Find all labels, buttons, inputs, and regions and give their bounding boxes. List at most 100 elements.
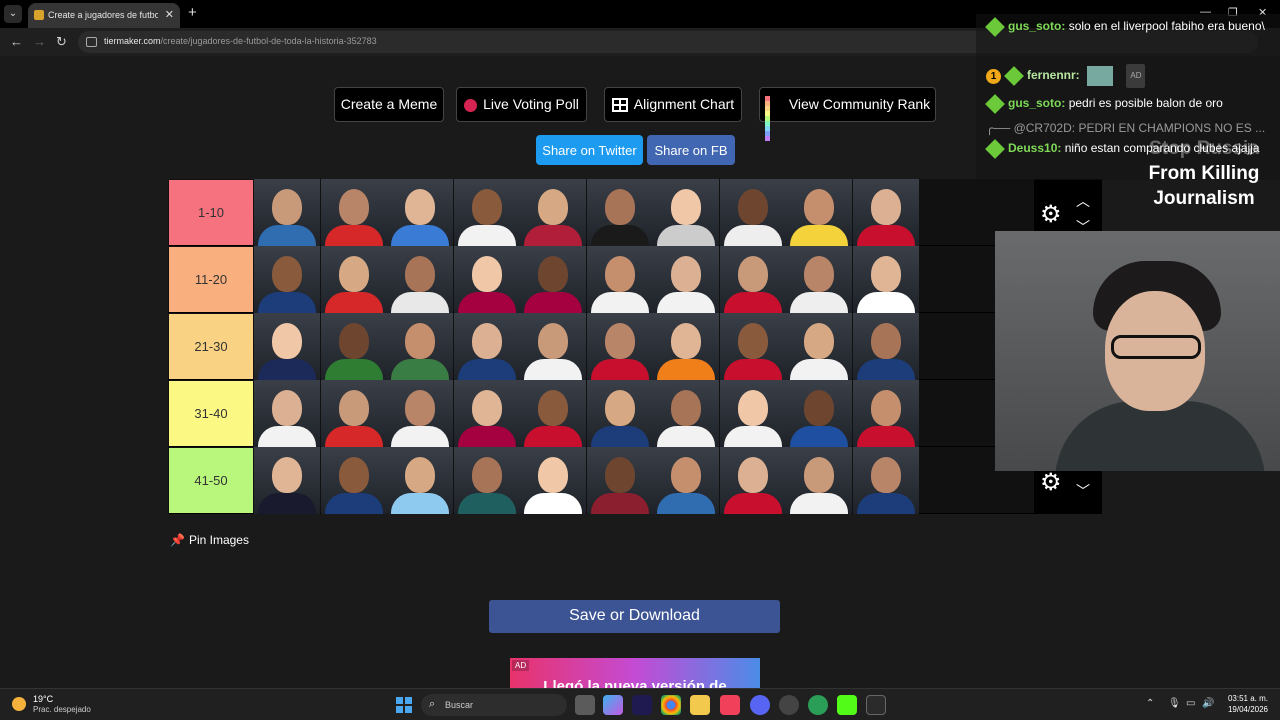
player-image[interactable] [719,179,786,246]
player-image[interactable] [453,313,520,380]
player-image[interactable] [852,447,919,514]
player-image[interactable] [586,380,653,447]
alignment-chart-button[interactable]: Alignment Chart [604,87,742,122]
player-image[interactable] [586,313,653,380]
player-image[interactable] [254,179,320,246]
clock[interactable]: 03:51 a. m. 19/04/2026 [1218,693,1268,715]
player-image[interactable] [786,246,852,313]
chat-username: fernennr: [1027,68,1080,83]
player-image[interactable] [254,380,320,447]
player-image[interactable] [653,246,719,313]
tier-settings-gear-icon[interactable]: ⚙ [1040,468,1062,497]
move-down-chevron-icon[interactable]: ﹀ [1076,481,1090,501]
player-image[interactable] [653,380,719,447]
player-image[interactable] [320,380,387,447]
player-image[interactable] [653,313,719,380]
tier-label[interactable]: 41-50 [169,448,253,513]
microphone-icon[interactable]: 🎙 [1168,698,1181,709]
view-community-rank-button[interactable]: View Community Rank [759,87,936,142]
tiermaker-favicon-icon [34,10,44,20]
player-image[interactable] [852,313,919,380]
kick-icon[interactable] [837,695,857,715]
player-image[interactable] [387,447,453,514]
file-explorer-icon[interactable] [690,695,710,715]
player-image[interactable] [586,447,653,514]
player-image[interactable] [453,246,520,313]
share-fb-label: Share on FB [654,143,728,158]
player-image[interactable] [453,447,520,514]
tray-overflow-icon[interactable]: ⌃ [1146,698,1154,709]
copilot-icon[interactable] [603,695,623,715]
player-image[interactable] [520,313,586,380]
player-image[interactable] [786,313,852,380]
close-tab-icon[interactable]: ✕ [165,8,174,21]
tab-search-menu-icon[interactable]: ⌄ [4,5,22,23]
player-image[interactable] [254,447,320,514]
tier-settings-gear-icon[interactable]: ⚙ [1040,200,1062,229]
tier-label[interactable]: 11-20 [169,247,253,312]
pin-images-toggle[interactable]: 📌 Pin Images [170,533,249,547]
browser-tab-active[interactable]: Create a jugadores de futbol de toda la … [28,3,180,28]
tier-label[interactable]: 31-40 [169,381,253,446]
player-image[interactable] [719,447,786,514]
save-download-label: Save or Download [569,607,700,624]
side-text-line: Stop Russia [1149,138,1259,159]
reload-icon[interactable]: ↻ [56,34,67,50]
player-image[interactable] [520,246,586,313]
tier-label[interactable]: 1-10 [169,180,253,245]
obs-icon[interactable] [779,695,799,715]
player-image[interactable] [320,313,387,380]
player-image[interactable] [320,246,387,313]
share-twitter-button[interactable]: Share on Twitter [536,135,643,165]
player-image[interactable] [320,447,387,514]
player-image[interactable] [653,179,719,246]
player-image[interactable] [453,179,520,246]
taskbar-search[interactable]: ⌕ Buscar [421,694,567,716]
ad-banner[interactable]: AD Llegó la nueva versión de [510,658,760,688]
player-image[interactable] [387,380,453,447]
premiere-icon[interactable] [632,695,652,715]
tier-label[interactable]: 21-30 [169,314,253,379]
player-image[interactable] [786,447,852,514]
volume-icon[interactable]: 🔊 [1202,698,1214,709]
player-image[interactable] [719,246,786,313]
move-up-chevron-icon[interactable]: ︿ [1076,191,1090,211]
player-image[interactable] [254,246,320,313]
chrome-icon[interactable] [661,695,681,715]
player-image[interactable] [786,179,852,246]
save-download-button[interactable]: Save or Download [489,600,780,633]
start-icon[interactable] [396,697,412,713]
chrome-profile-icon[interactable] [808,695,828,715]
player-image[interactable] [520,380,586,447]
music-icon[interactable] [720,695,740,715]
new-tab-icon[interactable]: + [188,4,197,21]
back-icon[interactable]: ← [10,34,23,49]
share-fb-button[interactable]: Share on FB [647,135,735,165]
create-meme-button[interactable]: Create a Meme [334,87,444,122]
player-image[interactable] [852,179,919,246]
epic-games-icon[interactable] [866,695,886,715]
player-image[interactable] [719,313,786,380]
forward-icon[interactable]: → [33,34,46,49]
chat-message: 1 fernennr: AD [986,64,1272,88]
player-image[interactable] [387,313,453,380]
player-image[interactable] [520,447,586,514]
player-image[interactable] [387,246,453,313]
player-image[interactable] [719,380,786,447]
player-image[interactable] [586,246,653,313]
player-image[interactable] [387,179,453,246]
player-image[interactable] [852,246,919,313]
task-view-icon[interactable] [575,695,595,715]
player-image[interactable] [586,179,653,246]
player-image[interactable] [852,380,919,447]
player-image[interactable] [520,179,586,246]
site-info-icon[interactable] [86,37,97,47]
player-image[interactable] [653,447,719,514]
player-image[interactable] [786,380,852,447]
player-image[interactable] [254,313,320,380]
live-voting-poll-button[interactable]: Live Voting Poll [456,87,587,122]
discord-icon[interactable] [750,695,770,715]
player-image[interactable] [453,380,520,447]
network-icon[interactable]: ▭ [1186,698,1195,709]
player-image[interactable] [320,179,387,246]
